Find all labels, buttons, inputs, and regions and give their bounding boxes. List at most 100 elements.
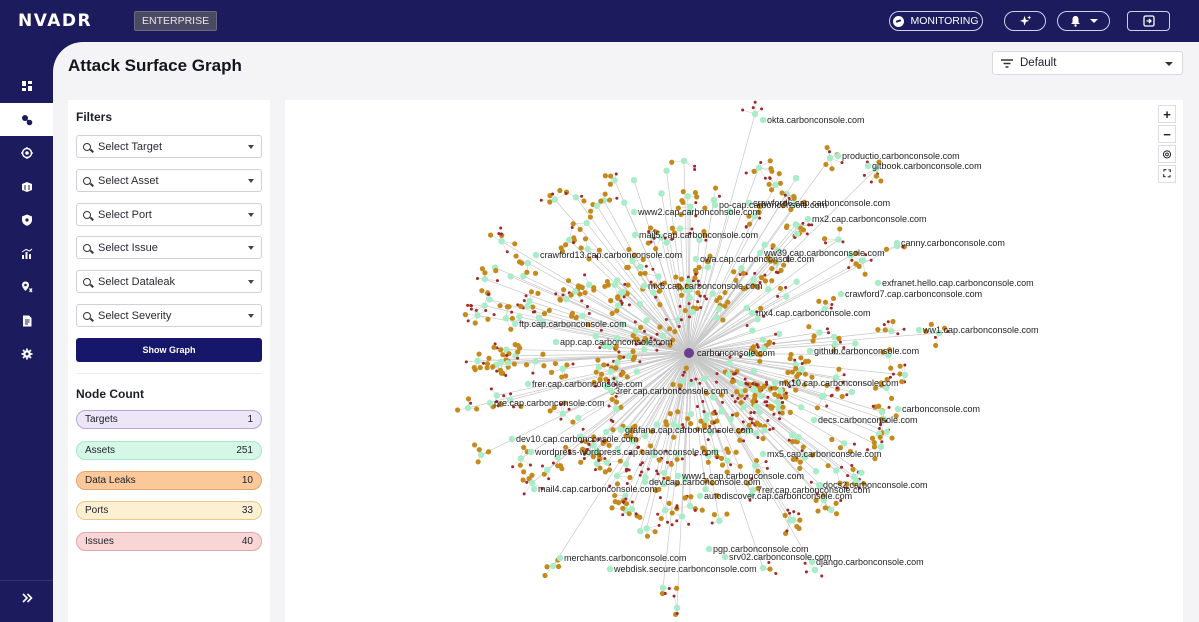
issue-node[interactable] [764,460,768,464]
port-node[interactable] [714,297,720,304]
port-node[interactable] [578,459,584,465]
port-node[interactable] [644,533,651,539]
asset-node[interactable] [481,302,488,309]
asset-node[interactable] [718,408,725,415]
issue-node[interactable] [654,295,658,299]
asset-node[interactable] [757,392,764,399]
port-node[interactable] [733,449,739,455]
logout-button[interactable] [1127,11,1170,31]
port-node[interactable] [552,360,559,367]
port-node[interactable] [696,264,702,270]
issue-node[interactable] [680,457,684,461]
asset-node[interactable] [783,293,790,300]
issue-node[interactable] [551,461,555,465]
port-node[interactable] [541,363,547,369]
issue-node[interactable] [606,363,610,367]
issue-node[interactable] [689,378,693,382]
issue-node[interactable] [499,226,503,230]
asset-node[interactable] [752,430,760,437]
issue-node[interactable] [896,332,900,336]
issue-node[interactable] [847,266,851,270]
port-node[interactable] [490,364,496,370]
port-node[interactable] [667,326,673,332]
port-node[interactable] [673,585,680,591]
issue-node[interactable] [756,436,760,440]
port-node[interactable] [515,349,521,355]
asset-node[interactable] [696,492,704,500]
issue-node[interactable] [627,303,631,307]
issue-node[interactable] [768,177,772,181]
asset-node[interactable] [841,440,848,447]
issue-node[interactable] [466,319,470,323]
asset-node[interactable] [858,469,865,476]
issue-node[interactable] [845,393,849,397]
port-node[interactable] [674,456,680,462]
issue-node[interactable] [800,362,804,366]
issue-node[interactable] [675,611,679,615]
asset-node[interactable] [551,196,559,203]
asset-node[interactable] [631,231,639,239]
asset-node[interactable] [709,290,716,297]
issue-node[interactable] [656,472,660,476]
port-node[interactable] [608,173,614,179]
asset-node[interactable] [893,239,901,247]
port-node[interactable] [613,399,620,405]
issue-node[interactable] [693,508,697,512]
port-node[interactable] [598,371,605,377]
issue-node[interactable] [655,332,659,336]
port-node[interactable] [547,199,553,205]
port-node[interactable] [856,263,862,269]
asset-node[interactable] [559,365,566,373]
issue-node[interactable] [675,506,679,510]
issue-node[interactable] [715,380,719,384]
issue-node[interactable] [646,467,650,471]
asset-node[interactable] [524,302,532,310]
issue-node[interactable] [475,277,479,281]
port-node[interactable] [568,313,575,319]
asset-node[interactable] [684,193,691,200]
issue-node[interactable] [753,100,757,104]
asset-node[interactable] [673,604,681,612]
select-target[interactable]: Select Target [76,135,262,158]
port-node[interactable] [766,340,772,346]
issue-node[interactable] [644,264,648,268]
asset-node[interactable] [630,208,638,216]
issue-node[interactable] [638,360,642,364]
asset-node[interactable] [678,513,686,520]
port-node[interactable] [753,458,760,464]
issue-node[interactable] [655,348,659,352]
port-node[interactable] [535,290,541,296]
port-node[interactable] [630,356,636,362]
issue-node[interactable] [551,192,555,196]
issue-node[interactable] [743,377,747,381]
issue-node[interactable] [525,480,529,484]
issue-node[interactable] [840,465,844,469]
asset-node[interactable] [502,315,510,322]
port-node[interactable] [657,324,663,330]
issue-node[interactable] [694,377,698,381]
issue-node[interactable] [824,241,828,245]
select-issue[interactable]: Select Issue [76,236,262,259]
port-node[interactable] [897,363,903,369]
issue-node[interactable] [487,292,491,296]
issue-node[interactable] [505,354,509,358]
port-node[interactable] [672,328,678,335]
sidebar-item-locations[interactable] [0,270,53,303]
issue-node[interactable] [696,300,700,304]
issue-node[interactable] [869,258,873,262]
asset-node[interactable] [474,357,481,365]
issue-node[interactable] [701,400,705,404]
port-node[interactable] [811,333,817,339]
port-node[interactable] [557,296,563,302]
port-node[interactable] [637,271,644,277]
port-node[interactable] [757,358,763,364]
port-node[interactable] [548,369,555,375]
port-node[interactable] [498,370,505,376]
node-count-data-leaks[interactable]: Data Leaks 10 [76,471,262,490]
asset-node[interactable] [901,371,909,379]
issue-node[interactable] [741,108,745,112]
port-node[interactable] [767,566,773,572]
port-node[interactable] [679,292,685,298]
asset-node[interactable] [755,164,763,171]
issue-node[interactable] [768,428,772,432]
